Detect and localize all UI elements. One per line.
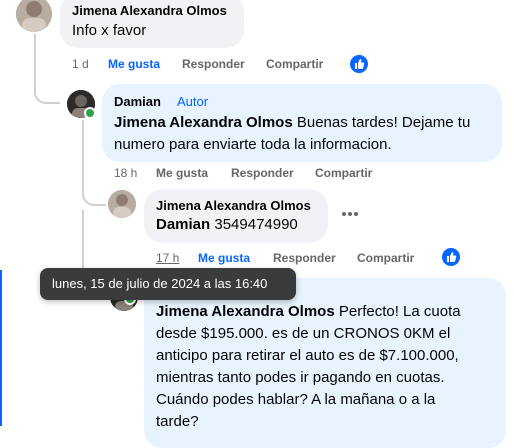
thumbs-up-icon [447, 252, 457, 262]
share-button[interactable]: Compartir [266, 57, 323, 71]
comment-author[interactable]: Damian [114, 94, 161, 109]
share-button[interactable]: Compartir [357, 251, 414, 265]
comment-text-line: Cuándo podes hablar? A la mañana o a la [156, 391, 436, 408]
comment-time[interactable]: 17 h [156, 251, 179, 265]
share-button[interactable]: Compartir [315, 166, 372, 180]
ellipsis-icon [342, 212, 358, 216]
reply-button[interactable]: Responder [182, 57, 245, 71]
comment-bubble: Damian Jimena Alexandra Olmos Perfecto! … [144, 278, 506, 448]
comment-text-line: anticipo para retirar el auto es de $7.1… [156, 347, 459, 364]
avatar[interactable] [108, 190, 136, 218]
timestamp-tooltip: lunes, 15 de julio de 2024 a las 16:40 [40, 268, 296, 300]
thread-connector [82, 186, 106, 206]
comment-bubble: Jimena Alexandra Olmos Damian 3549474990 [144, 189, 328, 243]
reply-button[interactable]: Responder [273, 251, 336, 265]
like-icon[interactable] [350, 55, 368, 73]
comment-mention[interactable]: Jimena Alexandra Olmos [156, 303, 335, 320]
comment-text-line: Buenas tardes! Dejame tu [292, 114, 471, 131]
thread-line [82, 120, 84, 194]
comment-text-line: Perfecto! La cuota [334, 303, 461, 320]
avatar[interactable] [16, 0, 52, 32]
comment-actions: 18 h Me gusta Responder Compartir [114, 166, 394, 182]
comment-actions: 17 h Me gusta Responder Compartir [156, 251, 446, 267]
comment-text: Jimena Alexandra Olmos Buenas tardes! De… [114, 112, 498, 156]
comment-text: Damian 3549474990 [156, 214, 298, 236]
comment-time[interactable]: 18 h [114, 166, 137, 180]
comment-text-line: mientras tanto podes ir pagando en cuota… [156, 369, 445, 386]
author-badge: Autor [177, 94, 209, 109]
comment-bubble: Damian Autor Jimena Alexandra Olmos Buen… [102, 84, 502, 162]
thumbs-up-icon [355, 59, 365, 69]
like-button[interactable]: Me gusta [198, 251, 250, 265]
comment-mention[interactable]: Damian [156, 216, 210, 233]
comment-text: Jimena Alexandra Olmos Perfecto! La cuot… [156, 301, 502, 433]
comment-text-line: tarde? [156, 413, 199, 430]
like-button[interactable]: Me gusta [156, 166, 208, 180]
comment-author[interactable]: Jimena Alexandra Olmos [156, 198, 311, 213]
tooltip-text: lunes, 15 de julio de 2024 a las 16:40 [52, 276, 268, 291]
comment-text-line: numero para enviarte toda la informacion… [114, 136, 392, 153]
avatar-photo-icon [108, 190, 136, 218]
thread-connector [34, 82, 60, 104]
like-icon[interactable] [442, 248, 460, 266]
like-button[interactable]: Me gusta [108, 57, 160, 71]
comment-text: Info x favor [72, 22, 147, 39]
reply-button[interactable]: Responder [231, 166, 294, 180]
focus-indicator [0, 270, 2, 426]
comment-time[interactable]: 1 d [72, 57, 89, 71]
comment-mention[interactable]: Jimena Alexandra Olmos [114, 114, 293, 131]
comment-bubble: Jimena Alexandra Olmos Info x favor [60, 0, 244, 48]
comment-text-line: desde $195.000. es de un CRONOS 0KM el [156, 325, 451, 342]
avatar-photo-icon [16, 0, 52, 32]
comment-actions: 1 d Me gusta Responder Compartir [72, 57, 352, 73]
comment-author[interactable]: Jimena Alexandra Olmos [72, 3, 227, 18]
comment-text-line: 3549474990 [210, 216, 298, 233]
more-options-button[interactable] [340, 207, 360, 219]
online-status-dot [86, 109, 94, 117]
